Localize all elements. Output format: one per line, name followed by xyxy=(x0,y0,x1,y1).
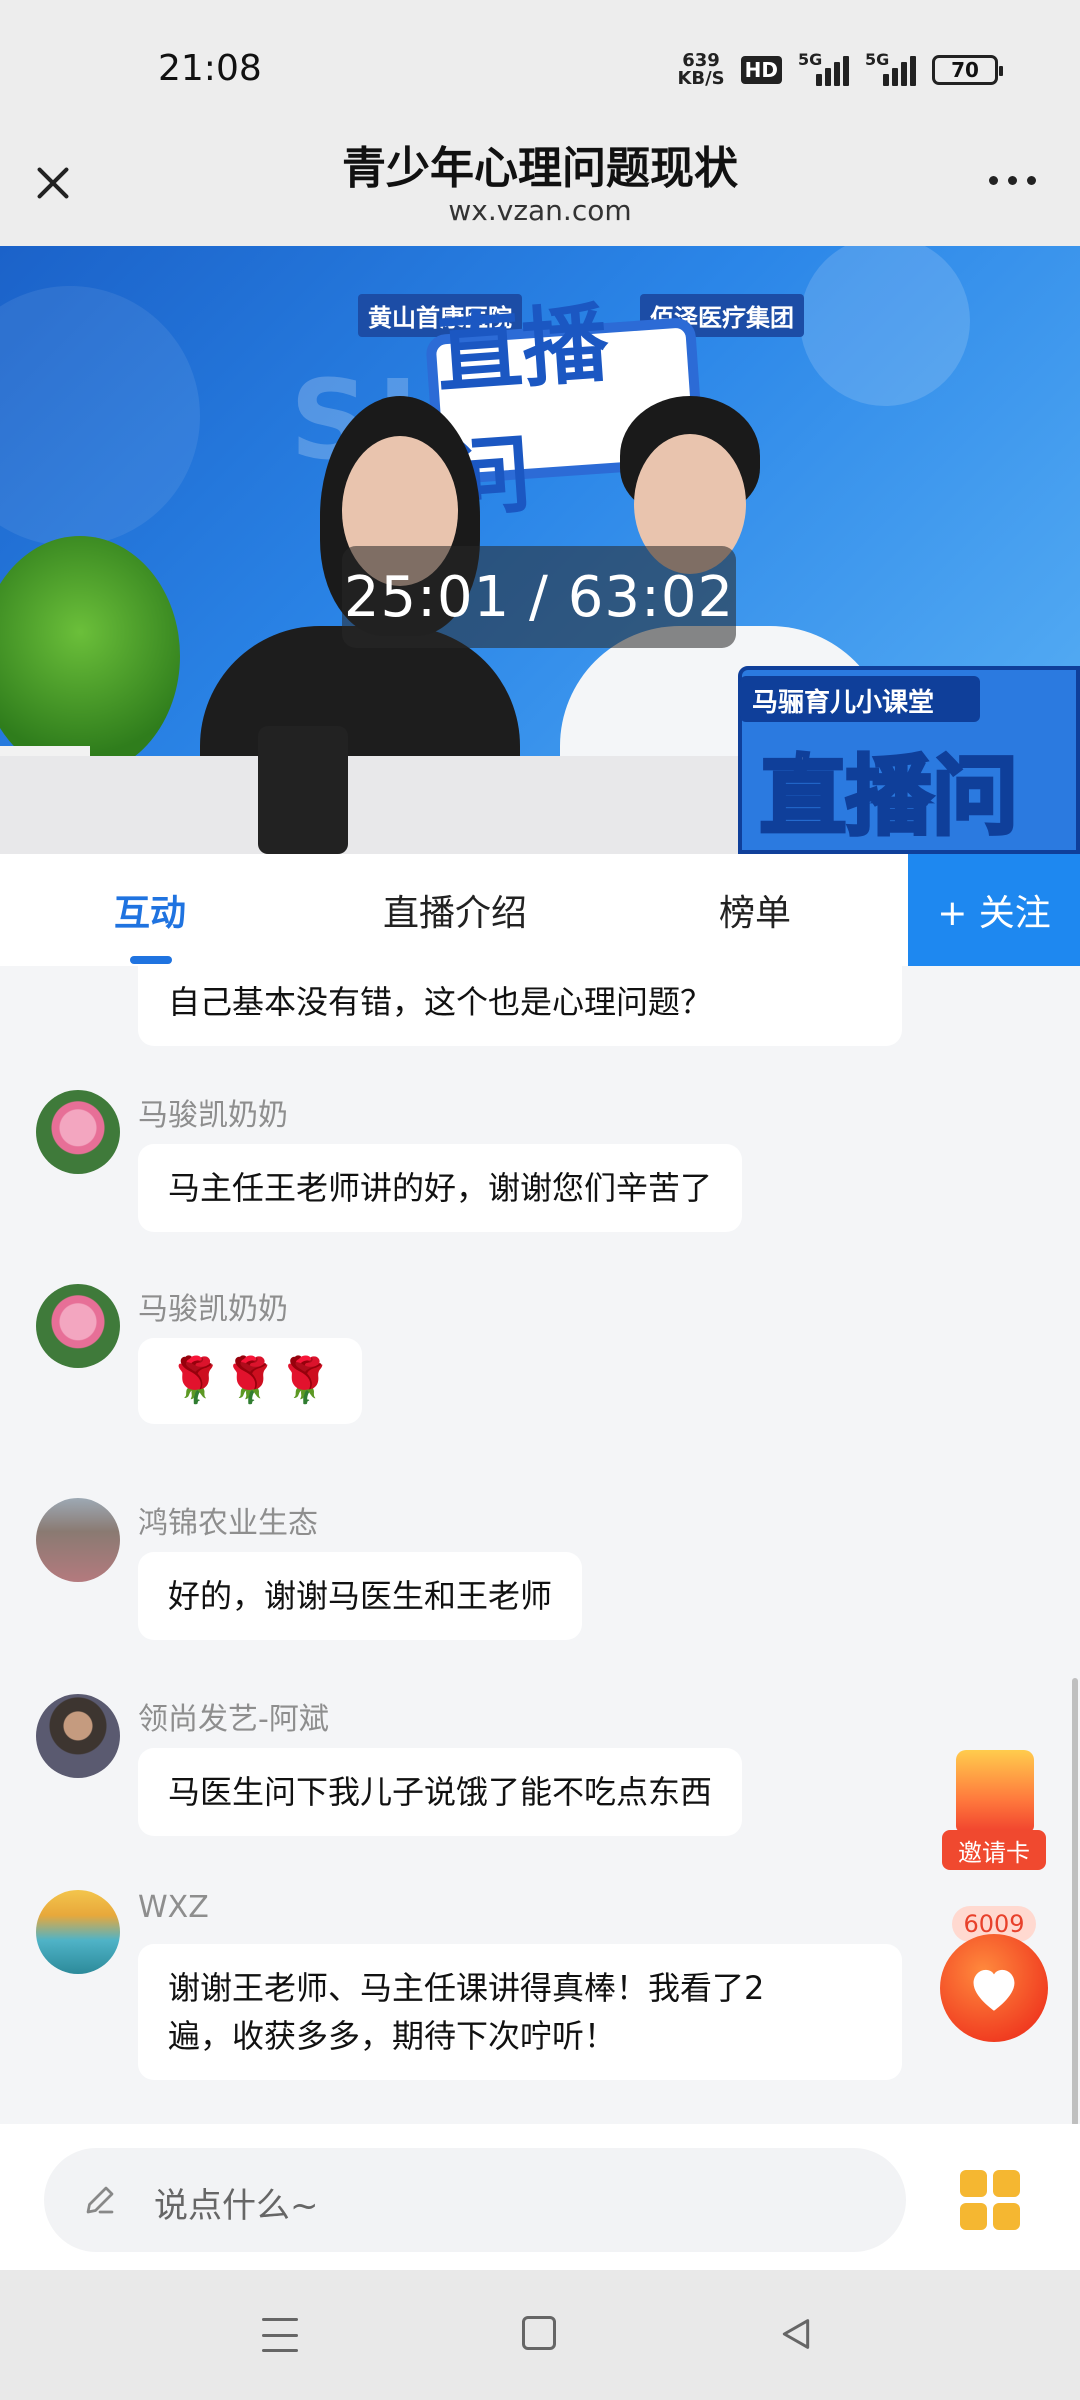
status-time: 21:08 xyxy=(158,48,262,89)
more-options-button[interactable] xyxy=(989,176,1036,185)
status-icons: 639 KB/S HD 5G 5G 70 xyxy=(677,50,1003,89)
message-bubble: 谢谢王老师、马主任课讲得真棒！我看了2 遍，收获多多，期待下次咛听！ xyxy=(138,1944,902,2080)
chat-list[interactable]: 自己基本没有错，这个也是心理问题？ 马骏凯奶奶 马主任王老师讲的好，谢谢您们辛苦… xyxy=(0,966,1080,2124)
page-title: 青少年心理问题现状 xyxy=(342,143,738,194)
pencil-icon xyxy=(86,2186,114,2214)
invite-card-label: 邀请卡 xyxy=(942,1830,1046,1870)
tab-ranking[interactable]: 榜单 xyxy=(660,854,850,966)
user-nickname: WXZ xyxy=(138,1890,209,1925)
title-bar: 青少年心理问题现状 wx.vzan.com xyxy=(0,120,1080,246)
scrollbar[interactable] xyxy=(1072,1678,1078,2124)
comment-input[interactable]: 说点什么~ xyxy=(44,2148,906,2252)
tab-live-intro[interactable]: 直播介绍 xyxy=(340,854,570,966)
tab-active-indicator xyxy=(130,956,172,964)
user-avatar[interactable] xyxy=(36,1284,120,1368)
user-nickname: 领尚发艺-阿斌 xyxy=(138,1702,329,1737)
signal-icon: 5G xyxy=(798,50,849,86)
message-bubble: 马主任王老师讲的好，谢谢您们辛苦了 xyxy=(138,1144,743,1232)
user-avatar[interactable] xyxy=(36,1498,120,1582)
hd-icon: HD xyxy=(740,56,782,84)
system-nav-bar xyxy=(0,2270,1080,2400)
invite-card-button[interactable]: 邀请卡 xyxy=(942,1750,1046,1874)
heart-icon xyxy=(973,1969,1015,2011)
user-nickname: 鸿锦农业生态 xyxy=(138,1506,318,1541)
user-avatar[interactable] xyxy=(36,1090,120,1174)
battery-icon: 70 xyxy=(932,55,1003,85)
back-button[interactable] xyxy=(776,2314,816,2354)
page-domain: wx.vzan.com xyxy=(448,194,632,227)
message-bubble: 自己基本没有错，这个也是心理问题？ xyxy=(138,966,902,1046)
user-avatar[interactable] xyxy=(36,1694,120,1778)
banner-title: 马骊育儿小课堂 xyxy=(740,676,980,722)
video-time-display: 25:01 / 63:02 xyxy=(342,546,736,648)
banner-big-text: 直播问 xyxy=(758,745,1020,849)
comment-input-placeholder: 说点什么~ xyxy=(154,2186,319,2226)
message-bubble: 好的，谢谢马医生和王老师 xyxy=(138,1552,583,1640)
phone-prop xyxy=(258,726,348,854)
user-nickname: 马骏凯奶奶 xyxy=(138,1098,288,1133)
home-button[interactable] xyxy=(522,2316,556,2350)
network-speed: 639 KB/S xyxy=(677,50,725,89)
signal-icon-2: 5G xyxy=(865,50,916,86)
recent-apps-button[interactable] xyxy=(262,2318,298,2352)
plant-decoration xyxy=(0,536,180,776)
message-bubble: 🌹🌹🌹 xyxy=(138,1338,363,1424)
user-nickname: 马骏凯奶奶 xyxy=(138,1292,288,1327)
tab-bar: 互动 直播介绍 榜单 + 关注 xyxy=(0,854,1080,966)
message-bubble: 马医生问下我儿子说饿了能不吃点东西 xyxy=(138,1748,743,1836)
rose-emoji: 🌹🌹🌹 xyxy=(168,1355,333,1406)
video-player[interactable]: SH IG 黄山首康医院 佰泽医疗集团 直播问 马骊育儿小课堂 直播问 25:0… xyxy=(0,246,1080,854)
follow-button[interactable]: + 关注 xyxy=(908,854,1080,966)
more-features-grid-icon[interactable] xyxy=(960,2170,1020,2230)
input-bar: 说点什么~ xyxy=(0,2124,1080,2270)
like-button[interactable] xyxy=(940,1934,1048,2042)
tab-interaction[interactable]: 互动 xyxy=(60,854,240,966)
envelope-icon xyxy=(956,1750,1034,1832)
user-avatar[interactable] xyxy=(36,1890,120,1974)
